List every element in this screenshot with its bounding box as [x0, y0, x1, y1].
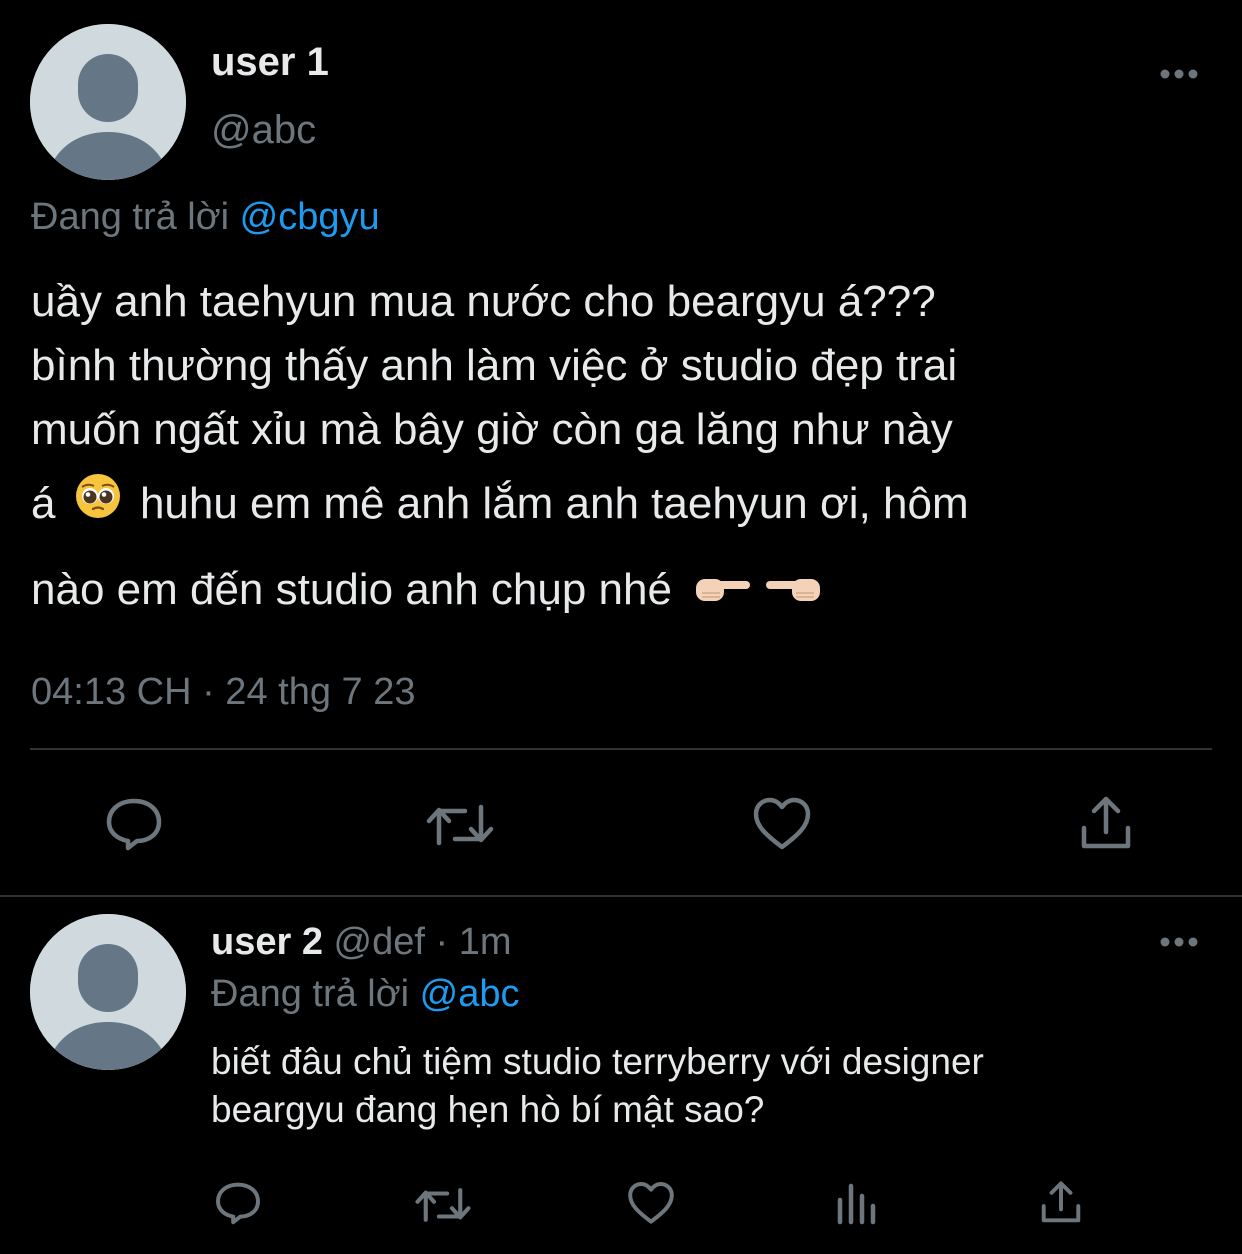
- replying-prefix: Đang trả lời: [31, 196, 230, 238]
- more-options-button[interactable]: [1150, 58, 1210, 90]
- tweet-text-segment: nào em đến studio anh chụp nhé: [31, 565, 672, 615]
- replying-to: Đang trả lời @abc: [211, 970, 520, 1018]
- like-icon: [628, 1182, 674, 1224]
- tweet-text-line: uầy anh taehyun mua nước cho beargyu á??…: [31, 277, 936, 326]
- tweet-text-line: á huhu em mê anh lắm anh taehyun ơi, hôm: [31, 462, 1231, 548]
- retweet-button[interactable]: [414, 1182, 472, 1228]
- reply-icon: [106, 798, 162, 851]
- reply-text-line: beargyu đang hẹn hò bí mật sao?: [211, 1089, 765, 1130]
- avatar[interactable]: [30, 914, 186, 1070]
- retweet-icon: [415, 1188, 471, 1222]
- replying-to-link[interactable]: @abc: [420, 973, 520, 1015]
- default-avatar-icon: [30, 24, 186, 180]
- author-handle[interactable]: @abc: [211, 106, 316, 154]
- reply-icon: [216, 1182, 260, 1225]
- tweet-text-segment: huhu em mê anh lắm anh taehyun ơi, hôm: [139, 479, 969, 528]
- tweet-text-line: muốn ngất xỉu mà bây giờ còn ga lăng như…: [31, 405, 953, 454]
- author-name[interactable]: user 1: [211, 38, 329, 86]
- pointing-left-emoji: [764, 551, 822, 635]
- tweet-text-line: bình thường thấy anh làm việc ở studio đ…: [31, 341, 958, 390]
- more-horizontal-icon: [1160, 937, 1198, 947]
- section-divider: [0, 895, 1242, 897]
- share-icon: [1081, 796, 1131, 849]
- retweet-icon: [426, 804, 494, 846]
- share-button[interactable]: [1039, 1179, 1083, 1227]
- retweet-button[interactable]: [425, 797, 495, 853]
- author-handle[interactable]: @def: [334, 921, 425, 963]
- analytics-icon: [837, 1183, 876, 1225]
- more-options-button[interactable]: [1150, 926, 1210, 958]
- like-button[interactable]: [627, 1181, 675, 1227]
- reply-button[interactable]: [104, 796, 164, 852]
- avatar[interactable]: [30, 24, 186, 180]
- more-horizontal-icon: [1160, 69, 1198, 79]
- reply-header: user 2 @def · 1m: [211, 918, 512, 966]
- timestamp[interactable]: 04:13 CH · 24 thg 7 23: [31, 668, 415, 716]
- share-button[interactable]: [1078, 794, 1134, 854]
- tweet-text: uầy anh taehyun mua nước cho beargyu á??…: [31, 270, 1231, 635]
- author-name[interactable]: user 2: [211, 921, 323, 963]
- replying-prefix: Đang trả lời: [211, 973, 410, 1015]
- tweet-text-segment: á: [31, 479, 56, 528]
- reply-time[interactable]: · 1m: [436, 921, 512, 963]
- default-avatar-icon: [30, 914, 186, 1070]
- divider: [30, 748, 1212, 750]
- pointing-right-emoji: [694, 551, 752, 635]
- like-icon: [753, 797, 811, 850]
- tweet-text-line: nào em đến studio anh chụp nhé: [31, 548, 1231, 634]
- reply-text-line: biết đâu chủ tiệm studio terryberry với …: [211, 1041, 984, 1082]
- replying-to-link[interactable]: @cbgyu: [240, 196, 380, 238]
- replying-to: Đang trả lời @cbgyu: [31, 193, 380, 241]
- share-icon: [1041, 1181, 1081, 1223]
- pleading-face-emoji: [74, 464, 122, 548]
- reply-button[interactable]: [214, 1180, 262, 1226]
- like-button[interactable]: [752, 797, 812, 853]
- analytics-button[interactable]: [834, 1180, 878, 1226]
- reply-text: biết đâu chủ tiệm studio terryberry với …: [211, 1038, 1221, 1134]
